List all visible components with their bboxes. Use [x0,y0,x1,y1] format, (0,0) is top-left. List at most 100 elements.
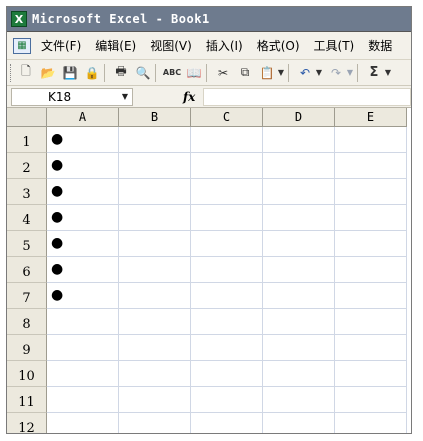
cell-c4[interactable] [191,205,263,231]
cell-b5[interactable] [119,231,191,257]
cell-d5[interactable] [263,231,335,257]
cell-b9[interactable] [119,335,191,361]
menu-insert[interactable]: 插入(I) [206,37,243,54]
cell-e9[interactable] [335,335,407,361]
cell-c9[interactable] [191,335,263,361]
cell-e12[interactable] [335,413,407,433]
row-header[interactable]: 7 [7,283,47,309]
row-header[interactable]: 2 [7,153,47,179]
undo-dropdown-icon[interactable]: ▼ [315,64,323,82]
cell-c6[interactable] [191,257,263,283]
cell-a2[interactable]: ● [47,153,119,179]
row-header[interactable]: 9 [7,335,47,361]
cell-d10[interactable] [263,361,335,387]
cell-e8[interactable] [335,309,407,335]
open-icon[interactable]: 📂 [39,64,57,82]
chevron-down-icon[interactable]: ▼ [122,92,128,101]
formula-input[interactable] [203,87,411,106]
paste-dropdown-icon[interactable]: ▼ [277,64,285,82]
autosum-icon[interactable]: Σ [365,64,383,82]
cell-e11[interactable] [335,387,407,413]
menu-view[interactable]: 视图(V) [150,37,192,54]
cell-c3[interactable] [191,179,263,205]
cell-b6[interactable] [119,257,191,283]
cell-e6[interactable] [335,257,407,283]
cell-d8[interactable] [263,309,335,335]
cell-a11[interactable] [47,387,119,413]
cell-b11[interactable] [119,387,191,413]
cut-icon[interactable]: ✂ [214,64,232,82]
cell-b8[interactable] [119,309,191,335]
cell-c8[interactable] [191,309,263,335]
row-header[interactable]: 5 [7,231,47,257]
cell-a9[interactable] [47,335,119,361]
redo-icon[interactable]: ↷ [327,64,345,82]
row-header[interactable]: 12 [7,413,47,433]
cell-a5[interactable]: ● [47,231,119,257]
cell-a7[interactable]: ● [47,283,119,309]
permission-icon[interactable]: 🔒 [83,64,101,82]
row-header[interactable]: 1 [7,127,47,153]
insert-function-icon[interactable]: fx [183,90,195,104]
cell-c10[interactable] [191,361,263,387]
cell-b2[interactable] [119,153,191,179]
cell-d7[interactable] [263,283,335,309]
cell-e1[interactable] [335,127,407,153]
cell-a1[interactable]: ● [47,127,119,153]
cell-a10[interactable] [47,361,119,387]
row-header[interactable]: 8 [7,309,47,335]
menu-file[interactable]: 文件(F) [41,37,81,54]
row-header[interactable]: 11 [7,387,47,413]
row-header[interactable]: 6 [7,257,47,283]
excel-icon[interactable]: X [11,11,27,27]
copy-icon[interactable]: ⧉ [236,64,254,82]
cell-d9[interactable] [263,335,335,361]
select-all-corner[interactable] [7,108,47,127]
column-header-c[interactable]: C [191,108,263,127]
row-header[interactable]: 4 [7,205,47,231]
undo-icon[interactable]: ↶ [296,64,314,82]
column-header-d[interactable]: D [263,108,335,127]
cell-a8[interactable] [47,309,119,335]
cell-e3[interactable] [335,179,407,205]
cell-b4[interactable] [119,205,191,231]
save-icon[interactable]: 💾 [61,64,79,82]
cell-a3[interactable]: ● [47,179,119,205]
redo-dropdown-icon[interactable]: ▼ [346,64,354,82]
cell-b12[interactable] [119,413,191,433]
cell-c12[interactable] [191,413,263,433]
column-header-e[interactable]: E [335,108,407,127]
cell-e2[interactable] [335,153,407,179]
menu-edit[interactable]: 编辑(E) [95,37,136,54]
cell-e7[interactable] [335,283,407,309]
cell-c11[interactable] [191,387,263,413]
cell-d11[interactable] [263,387,335,413]
menu-tools[interactable]: 工具(T) [314,37,355,54]
cell-a4[interactable]: ● [47,205,119,231]
column-header-a[interactable]: A [47,108,119,127]
name-box[interactable]: K18 ▼ [11,87,133,106]
cell-c1[interactable] [191,127,263,153]
print-preview-icon[interactable]: 🔍 [134,64,152,82]
cell-d3[interactable] [263,179,335,205]
toolbar-grip[interactable] [10,63,13,82]
autosum-dropdown-icon[interactable]: ▼ [384,64,392,82]
cell-a6[interactable]: ● [47,257,119,283]
cell-d2[interactable] [263,153,335,179]
menu-data[interactable]: 数据 [368,37,392,54]
cell-a12[interactable] [47,413,119,433]
new-icon[interactable]: 🗋 [17,64,35,82]
spelling-icon[interactable]: ABC [163,64,181,82]
cell-b7[interactable] [119,283,191,309]
cell-b3[interactable] [119,179,191,205]
cell-d1[interactable] [263,127,335,153]
cell-c2[interactable] [191,153,263,179]
cell-b10[interactable] [119,361,191,387]
menu-format[interactable]: 格式(O) [257,37,300,54]
cell-d12[interactable] [263,413,335,433]
cell-e4[interactable] [335,205,407,231]
cell-d4[interactable] [263,205,335,231]
cell-e10[interactable] [335,361,407,387]
cell-c7[interactable] [191,283,263,309]
column-header-b[interactable]: B [119,108,191,127]
